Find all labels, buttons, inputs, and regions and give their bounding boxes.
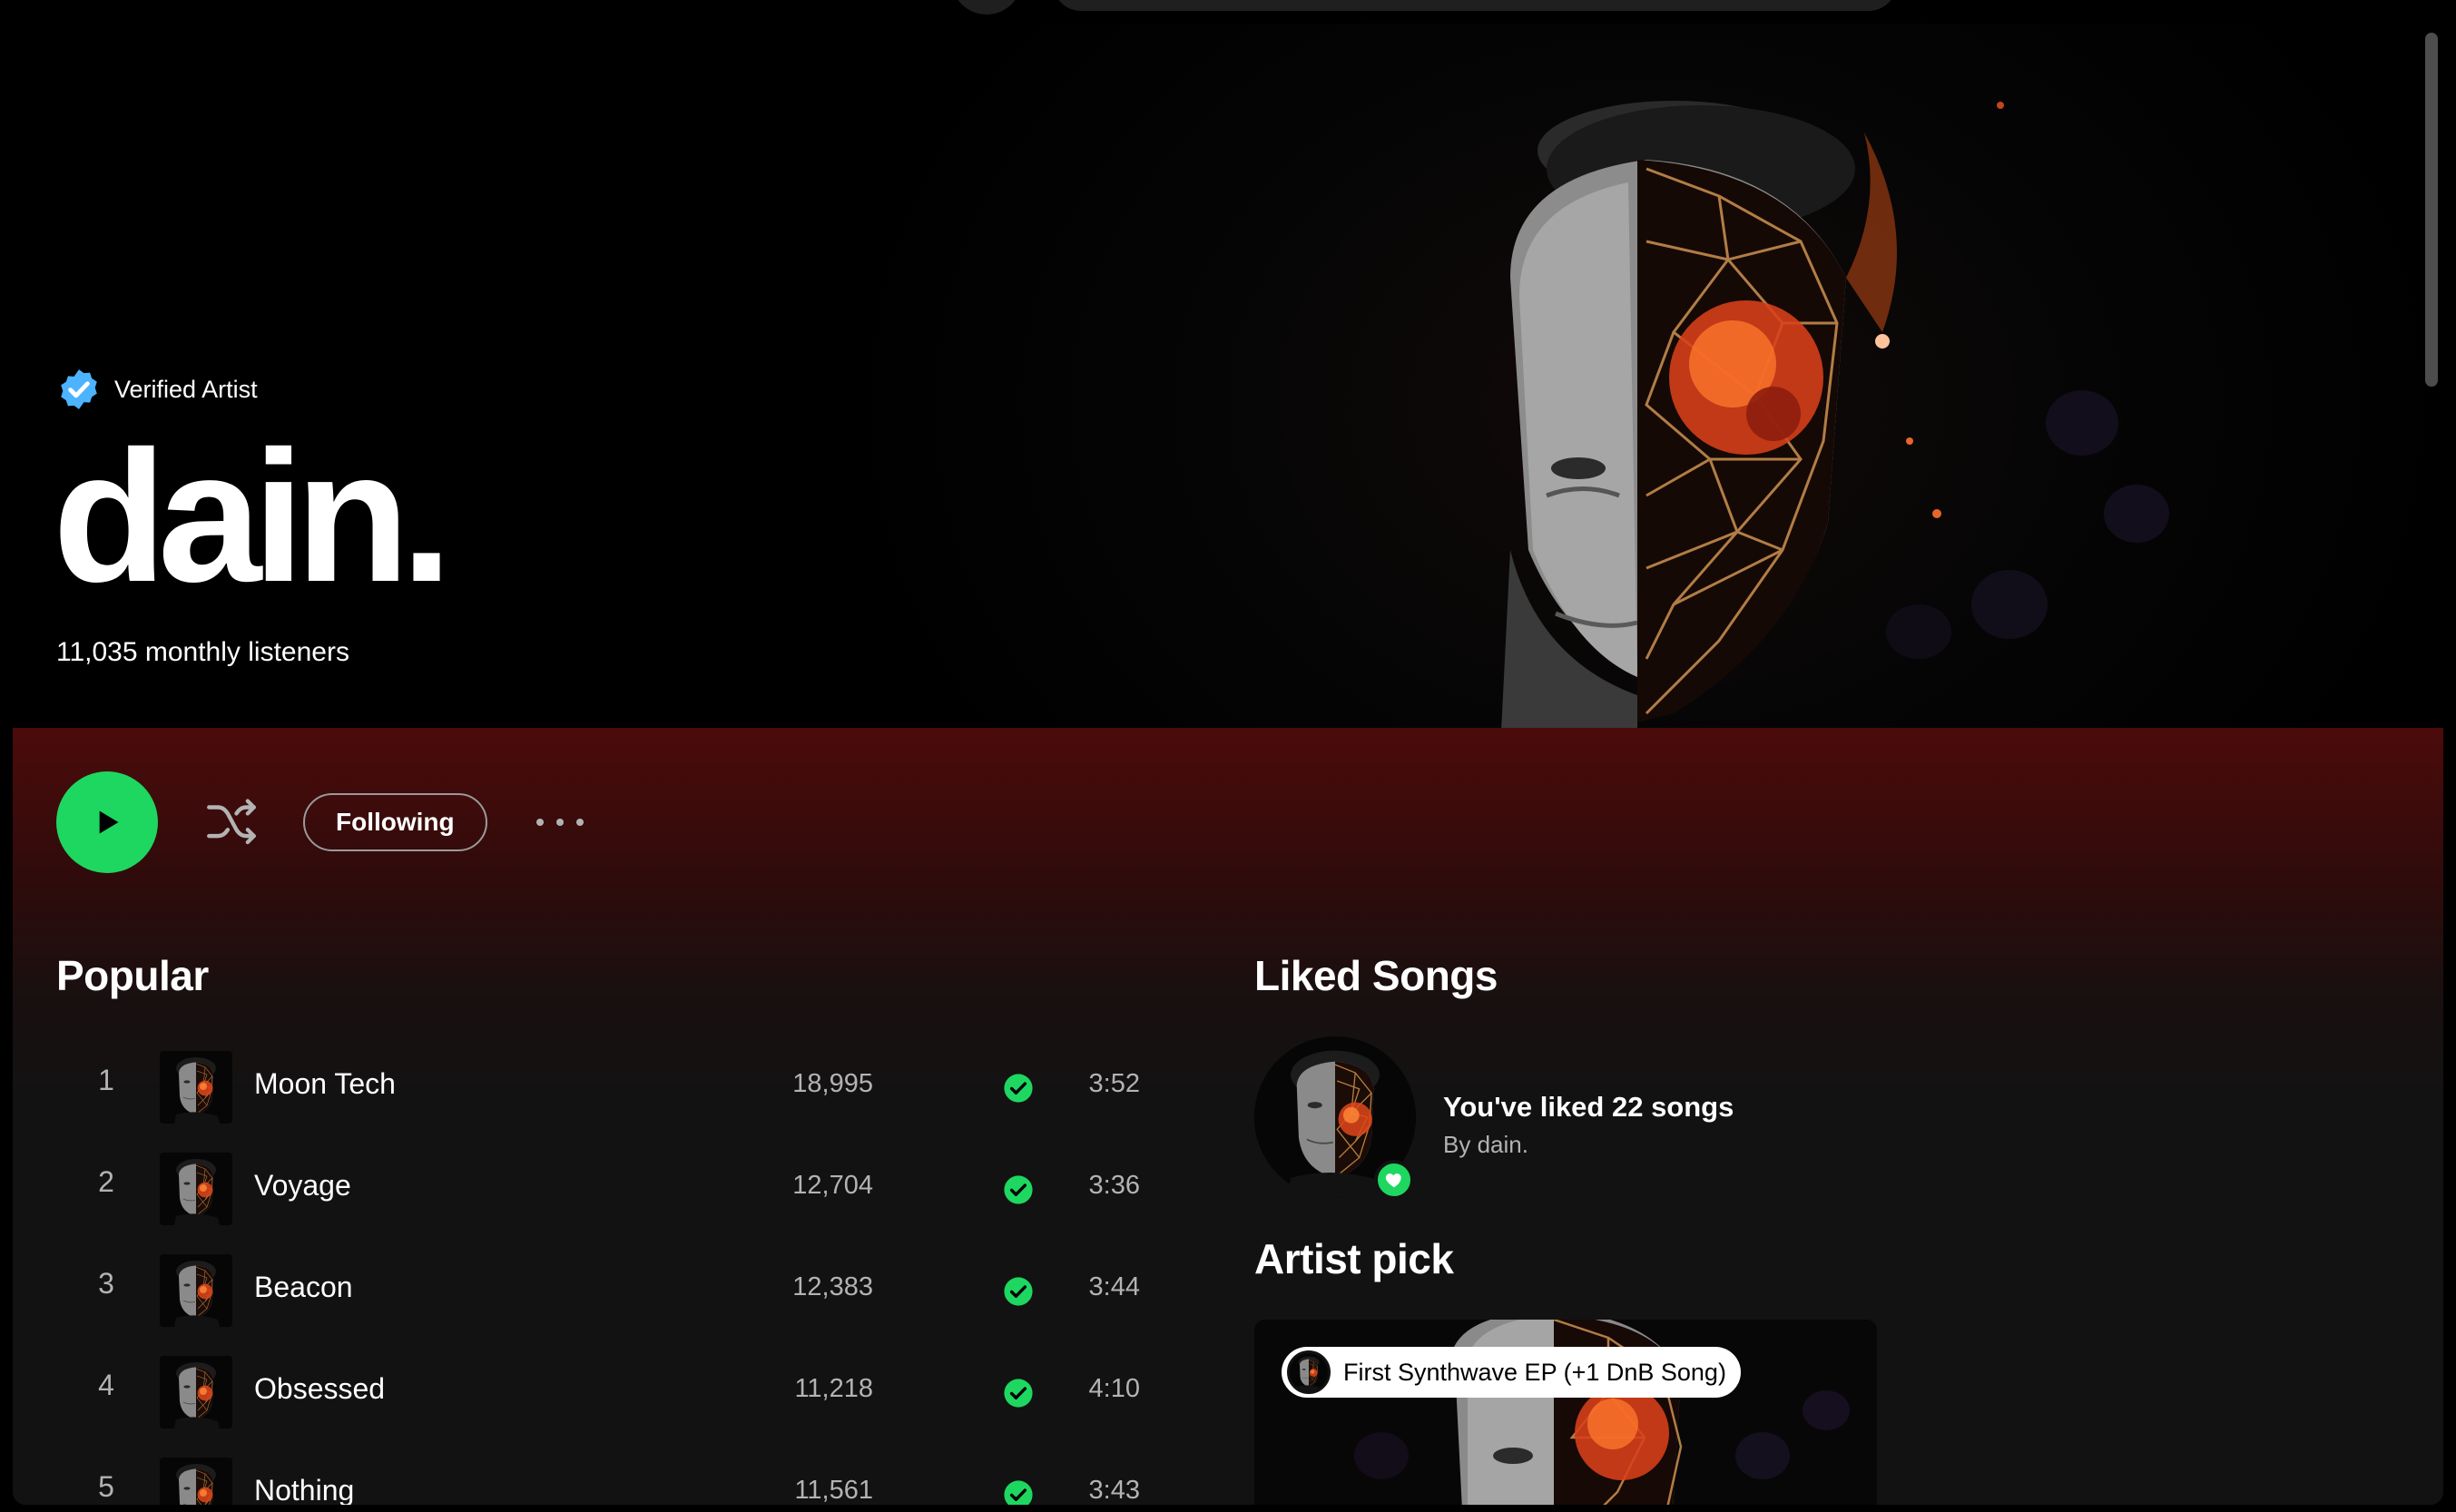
artist-header-image — [1501, 101, 2169, 728]
play-icon — [99, 810, 119, 834]
track-cover — [160, 1254, 232, 1327]
track-cover — [160, 1356, 232, 1429]
track-play-count: 12,704 — [792, 1171, 873, 1200]
check-circle-icon[interactable] — [1003, 1174, 1034, 1205]
liked-songs-byline: By dain. — [1443, 1131, 1528, 1158]
track-cover — [160, 1458, 232, 1505]
track-title[interactable]: Obsessed — [254, 1372, 385, 1406]
artist-pick-card[interactable]: First Synthwave EP (+1 DnB Song) — [1254, 1320, 1877, 1505]
artist-name: dain. — [53, 412, 453, 621]
liked-songs-heading: Liked Songs — [1254, 952, 1498, 999]
artist-pick-thumbnail — [1287, 1350, 1331, 1394]
track-title[interactable]: Beacon — [254, 1271, 353, 1304]
shuffle-button[interactable] — [201, 792, 261, 852]
heart-badge — [1374, 1160, 1414, 1200]
track-title[interactable]: Moon Tech — [254, 1067, 396, 1101]
verified-badge: Verified Artist — [56, 367, 258, 412]
search-bar[interactable] — [1053, 0, 1897, 11]
track-row[interactable]: 3 Beacon 12,383 3:44 — [56, 1240, 1173, 1341]
track-play-count: 11,218 — [794, 1374, 873, 1403]
more-options-icon — [535, 819, 584, 826]
track-row[interactable]: 1 Moon Tech 18,995 3:52 — [56, 1036, 1173, 1138]
artist-page: Verified Artist dain. 11,035 monthly lis… — [13, 24, 2443, 1505]
shuffle-icon — [207, 799, 256, 845]
monthly-listeners: 11,035 monthly listeners — [56, 637, 349, 667]
track-play-count: 11,561 — [794, 1476, 873, 1505]
liked-songs-card[interactable]: You've liked 22 songs By dain. — [1254, 1036, 2071, 1200]
popular-heading: Popular — [56, 952, 209, 999]
liked-songs-count: You've liked 22 songs — [1443, 1091, 1734, 1123]
track-play-count: 18,995 — [792, 1069, 873, 1098]
verified-label: Verified Artist — [114, 375, 258, 403]
track-duration: 3:43 — [1088, 1476, 1140, 1505]
track-number: 3 — [98, 1267, 114, 1300]
artist-pick-heading: Artist pick — [1254, 1235, 1454, 1282]
track-row[interactable]: 4 Obsessed 11,218 4:10 — [56, 1341, 1173, 1443]
track-title[interactable]: Nothing — [254, 1474, 354, 1505]
track-title[interactable]: Voyage — [254, 1169, 351, 1203]
track-cover — [160, 1051, 232, 1124]
verified-badge-icon — [61, 369, 97, 409]
artist-pick-tag[interactable]: First Synthwave EP (+1 DnB Song) — [1282, 1347, 1741, 1398]
following-button[interactable]: Following — [303, 793, 487, 851]
track-duration: 4:10 — [1088, 1374, 1140, 1403]
track-duration: 3:36 — [1088, 1171, 1140, 1200]
track-number: 5 — [98, 1470, 114, 1503]
track-number: 4 — [98, 1369, 114, 1401]
check-circle-icon[interactable] — [1003, 1378, 1034, 1409]
artist-header: Verified Artist dain. 11,035 monthly lis… — [13, 24, 2443, 728]
check-circle-icon[interactable] — [1003, 1073, 1034, 1104]
track-number: 2 — [98, 1165, 114, 1198]
more-options-button[interactable] — [533, 795, 587, 849]
track-duration: 3:52 — [1088, 1069, 1140, 1098]
artist-pick-title: First Synthwave EP (+1 DnB Song) — [1343, 1358, 1726, 1386]
check-circle-icon[interactable] — [1003, 1276, 1034, 1307]
track-row[interactable]: 2 Voyage 12,704 3:36 — [56, 1138, 1173, 1240]
home-button[interactable] — [951, 0, 1022, 15]
track-cover — [160, 1153, 232, 1225]
track-row[interactable]: 5 Nothing 11,561 3:43 — [56, 1443, 1173, 1505]
popular-track-list: 1 Moon Tech 18,995 3:52 2 Voyage 12,704 … — [56, 1036, 1173, 1505]
artist-content: Following Popular 1 Moon Tech 18,995 3:5… — [13, 728, 2443, 1505]
track-number: 1 — [98, 1064, 114, 1096]
track-duration: 3:44 — [1088, 1272, 1140, 1301]
play-button[interactable] — [56, 771, 158, 873]
heart-icon — [1385, 1173, 1401, 1188]
track-play-count: 12,383 — [792, 1272, 873, 1301]
scrollbar-thumb[interactable] — [2425, 33, 2438, 387]
action-bar: Following — [56, 771, 587, 873]
check-circle-icon[interactable] — [1003, 1479, 1034, 1505]
top-bar — [0, 0, 2456, 24]
